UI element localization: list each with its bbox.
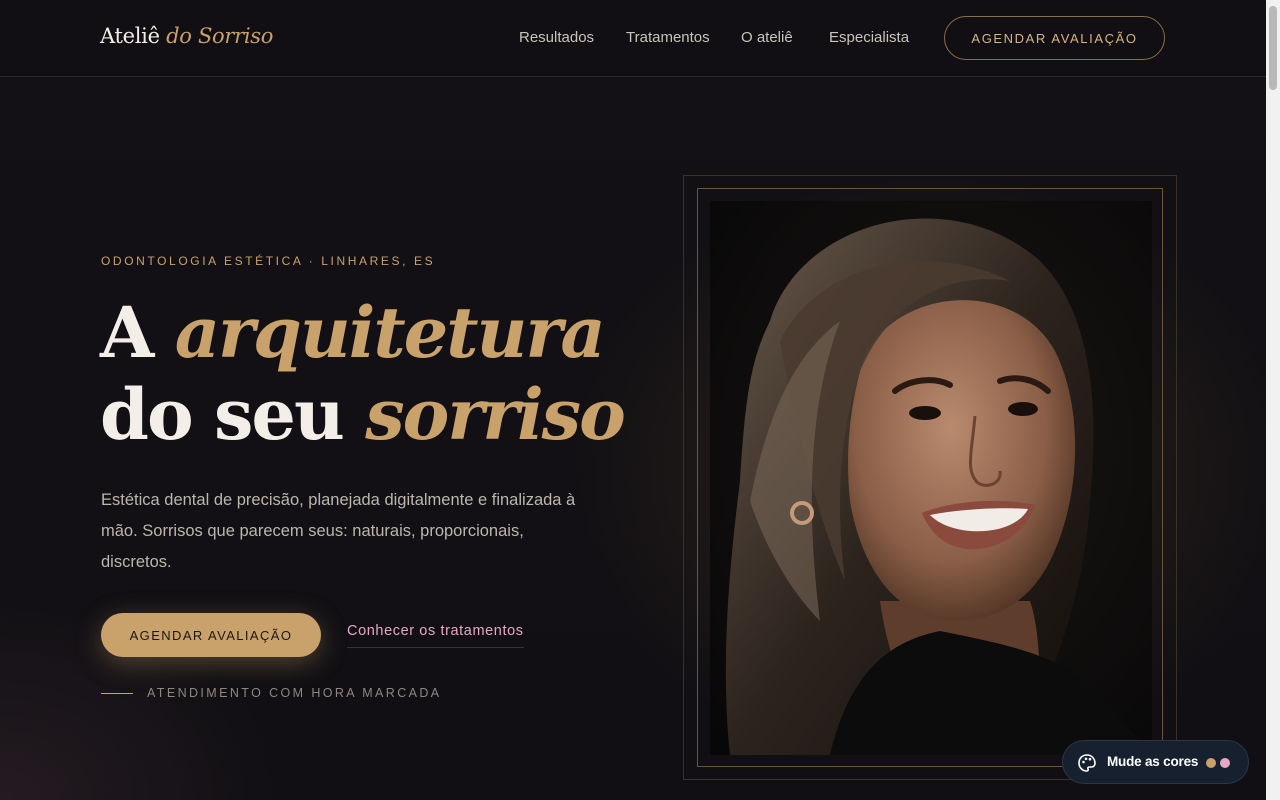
site-logo[interactable]: Ateliê do Sorriso xyxy=(100,24,273,48)
swatch-gold xyxy=(1206,758,1216,768)
logo-text-accent: do Sorriso xyxy=(166,24,274,48)
hero-schedule-button[interactable]: AGENDAR AVALIAÇÃO xyxy=(101,613,321,657)
headline-line1-accent: arquitetura xyxy=(174,291,606,374)
portrait-photo xyxy=(710,201,1152,755)
appointment-rule xyxy=(101,692,133,694)
treatments-link[interactable]: Conhecer os tratamentos xyxy=(347,623,524,648)
theme-switcher-button[interactable]: Mude as cores xyxy=(1062,740,1249,784)
portrait-frame-inner xyxy=(697,188,1163,767)
palette-icon xyxy=(1078,754,1096,772)
swatch-pink xyxy=(1220,758,1230,768)
nav-link-resultados[interactable]: Resultados xyxy=(519,29,594,46)
appointment-note: ATENDIMENTO COM HORA MARCADA xyxy=(101,686,442,700)
header-schedule-button[interactable]: AGENDAR AVALIAÇÃO xyxy=(944,16,1165,60)
headline-line1-plain: A xyxy=(100,291,175,374)
hero-eyebrow: ODONTOLOGIA ESTÉTICA · LINHARES, ES xyxy=(101,254,436,268)
headline-line2-accent: sorriso xyxy=(365,373,626,456)
theme-switcher-label: Mude as cores xyxy=(1107,754,1199,769)
scrollbar-thumb[interactable] xyxy=(1269,6,1277,90)
site-header: Ateliê do Sorriso Resultados Tratamentos… xyxy=(0,0,1266,77)
hero-headline: A arquitetura do seu sorriso xyxy=(100,291,626,456)
hero-lead-paragraph: Estética dental de precisão, planejada d… xyxy=(101,491,576,571)
nav-link-tratamentos[interactable]: Tratamentos xyxy=(626,29,710,46)
logo-text-primary: Ateliê xyxy=(100,24,167,48)
nav-link-o-atelie[interactable]: O ateliê xyxy=(741,29,793,46)
page-scrollbar[interactable] xyxy=(1266,0,1280,800)
portrait-frame xyxy=(683,175,1177,780)
appointment-note-text: ATENDIMENTO COM HORA MARCADA xyxy=(147,686,442,700)
portrait-illustration xyxy=(710,201,1152,755)
headline-line2-plain: do seu xyxy=(100,373,366,456)
nav-link-especialista[interactable]: Especialista xyxy=(829,29,909,46)
